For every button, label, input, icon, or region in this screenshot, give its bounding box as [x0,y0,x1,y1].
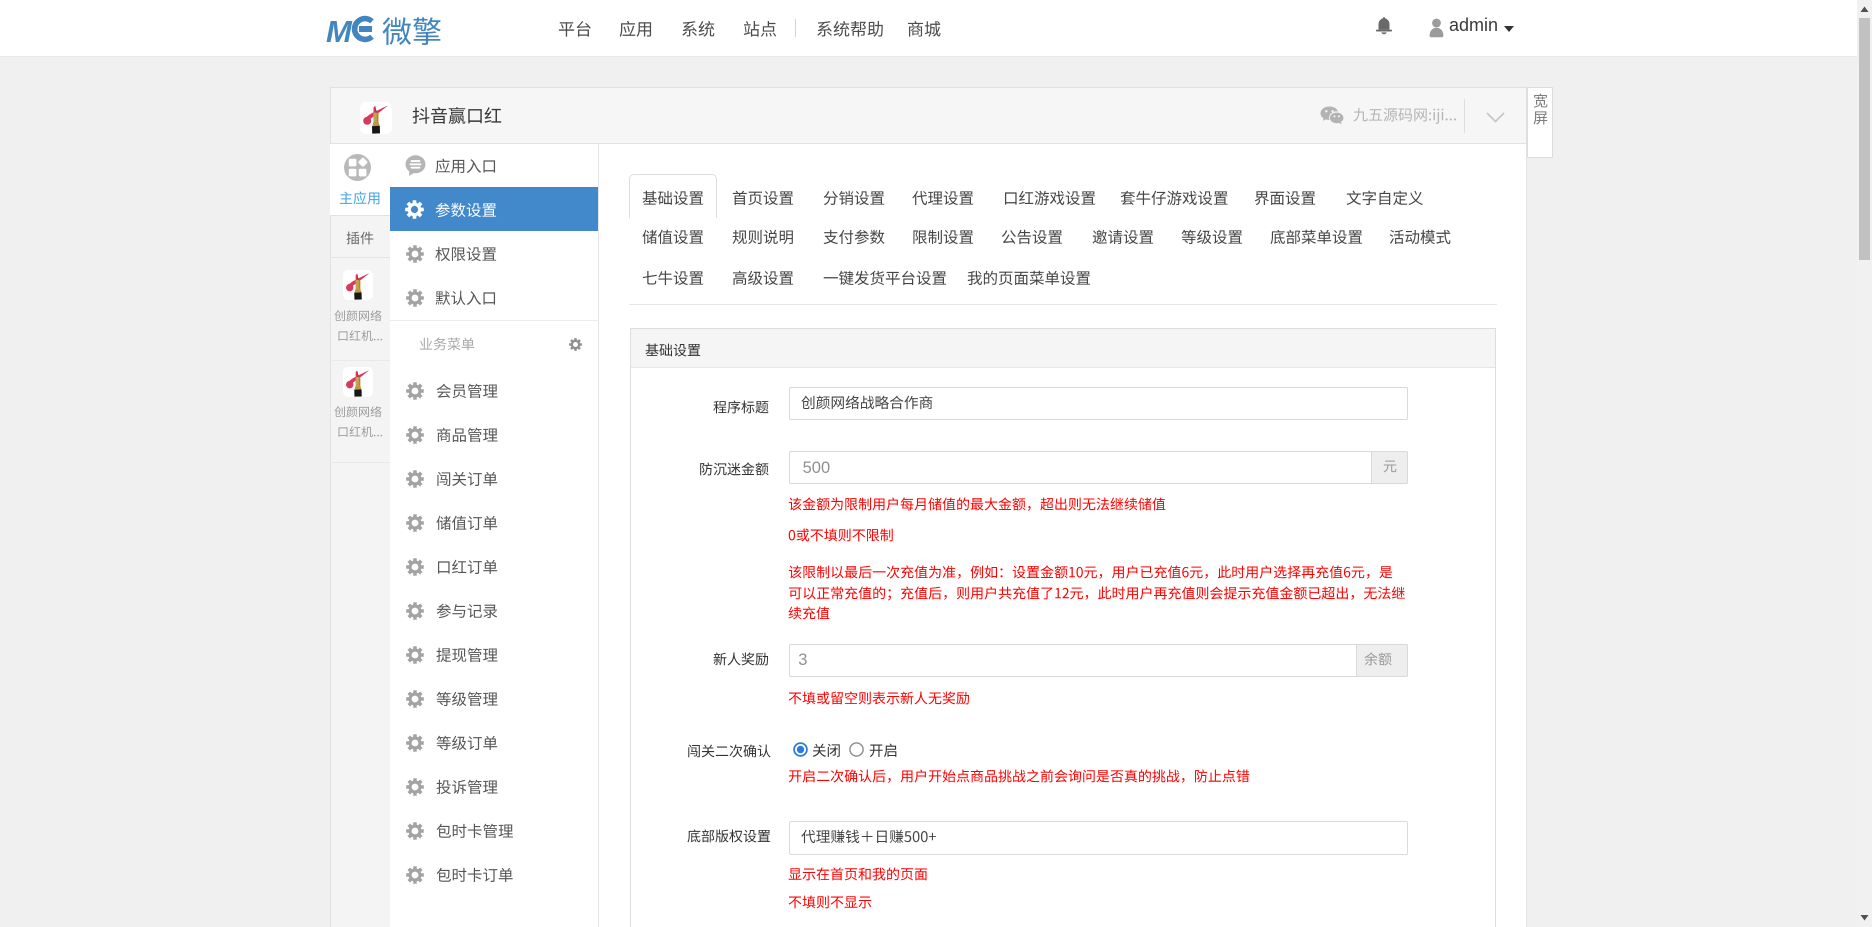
svg-text:M: M [326,14,353,49]
